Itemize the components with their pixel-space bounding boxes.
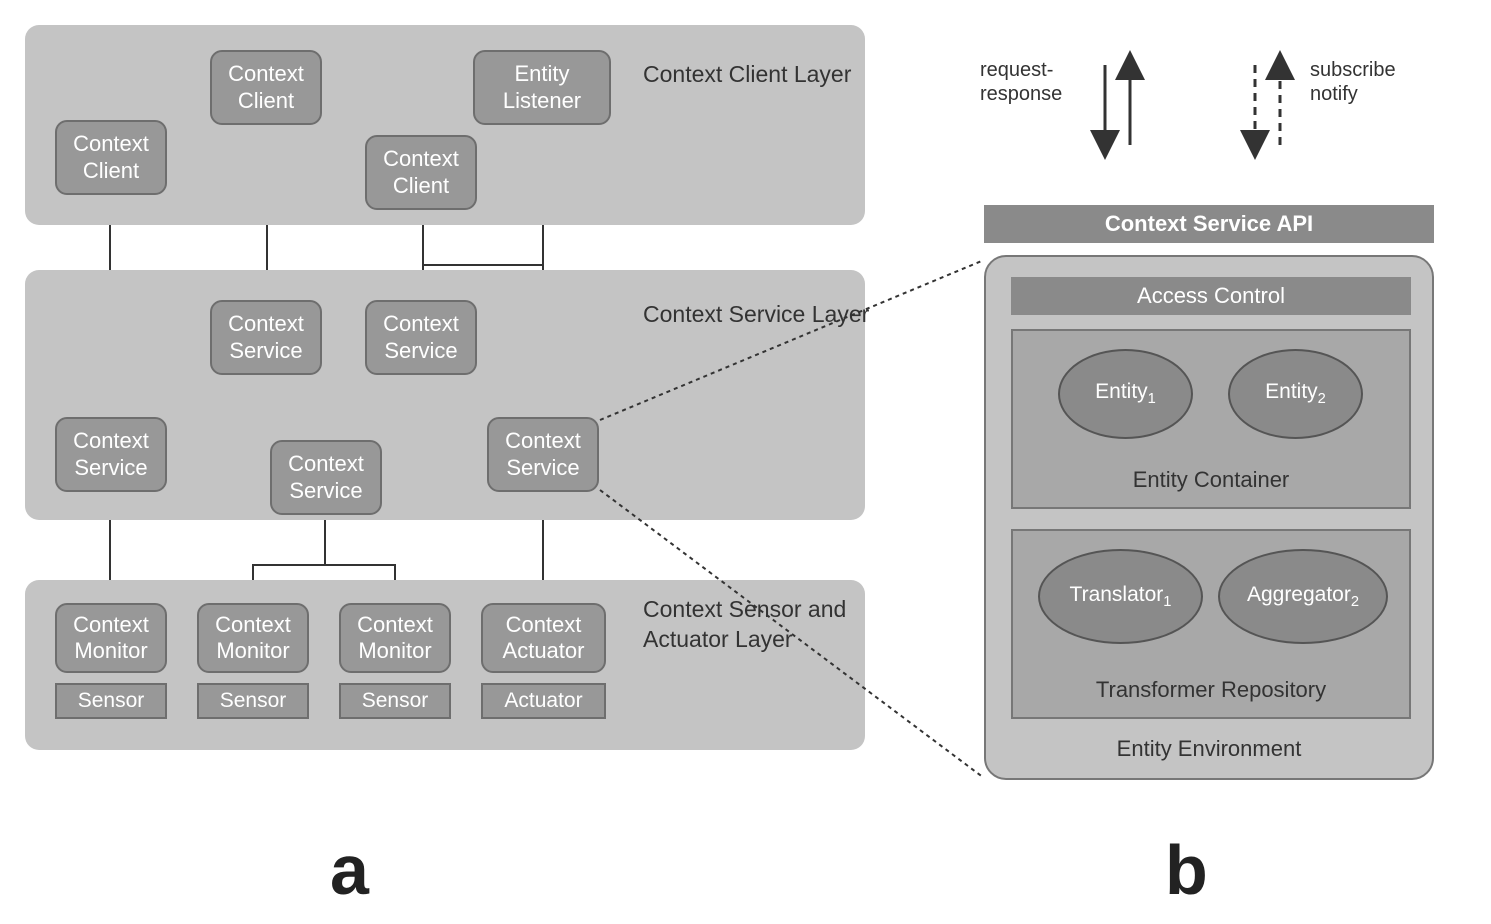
node-service-3: Context Service <box>55 417 167 492</box>
arrows-svg <box>970 50 1460 190</box>
node-client-2: Context Client <box>210 50 322 125</box>
node-service-5: Context Service <box>487 417 599 492</box>
node-monitor-2: Context Monitor <box>197 603 309 673</box>
service-layer-label: Context Service Layer <box>643 300 869 330</box>
node-service-1: Context Service <box>210 300 322 375</box>
node-monitor-3: Context Monitor <box>339 603 451 673</box>
entity-container-box: Entity1 Entity2 Entity Container <box>1011 329 1411 509</box>
entity-2-ellipse: Entity2 <box>1228 349 1363 439</box>
node-service-4: Context Service <box>270 440 382 515</box>
letter-a: a <box>330 830 369 910</box>
sensor-layer-label: Context Sensor and Actuator Layer <box>643 595 935 655</box>
node-client-3: Context Client <box>365 135 477 210</box>
panel-a: Context Client Layer Context Client Cont… <box>25 25 935 815</box>
translator-ellipse: Translator1 <box>1038 549 1203 644</box>
aggregator-ellipse: Aggregator2 <box>1218 549 1388 644</box>
api-bar: Context Service API <box>984 205 1434 243</box>
letter-b: b <box>1165 830 1208 910</box>
node-service-2: Context Service <box>365 300 477 375</box>
node-entity-listener: Entity Listener <box>473 50 611 125</box>
env-title: Entity Environment <box>986 736 1432 762</box>
node-actuator: Actuator <box>481 683 606 719</box>
node-sensor-2: Sensor <box>197 683 309 719</box>
node-actuator-ctrl: Context Actuator <box>481 603 606 673</box>
access-control-bar: Access Control <box>1011 277 1411 315</box>
panel-b: request- response subscribe notify Conte… <box>970 50 1460 810</box>
node-monitor-1: Context Monitor <box>55 603 167 673</box>
transformer-repo-title: Transformer Repository <box>1013 677 1409 703</box>
entity-1-ellipse: Entity1 <box>1058 349 1193 439</box>
node-sensor-3: Sensor <box>339 683 451 719</box>
node-client-1: Context Client <box>55 120 167 195</box>
transformer-repo-box: Translator1 Aggregator2 Transformer Repo… <box>1011 529 1411 719</box>
node-sensor-1: Sensor <box>55 683 167 719</box>
entity-container-title: Entity Container <box>1013 467 1409 493</box>
client-layer-label: Context Client Layer <box>643 60 851 90</box>
env-box: Access Control Entity1 Entity2 Entity Co… <box>984 255 1434 780</box>
